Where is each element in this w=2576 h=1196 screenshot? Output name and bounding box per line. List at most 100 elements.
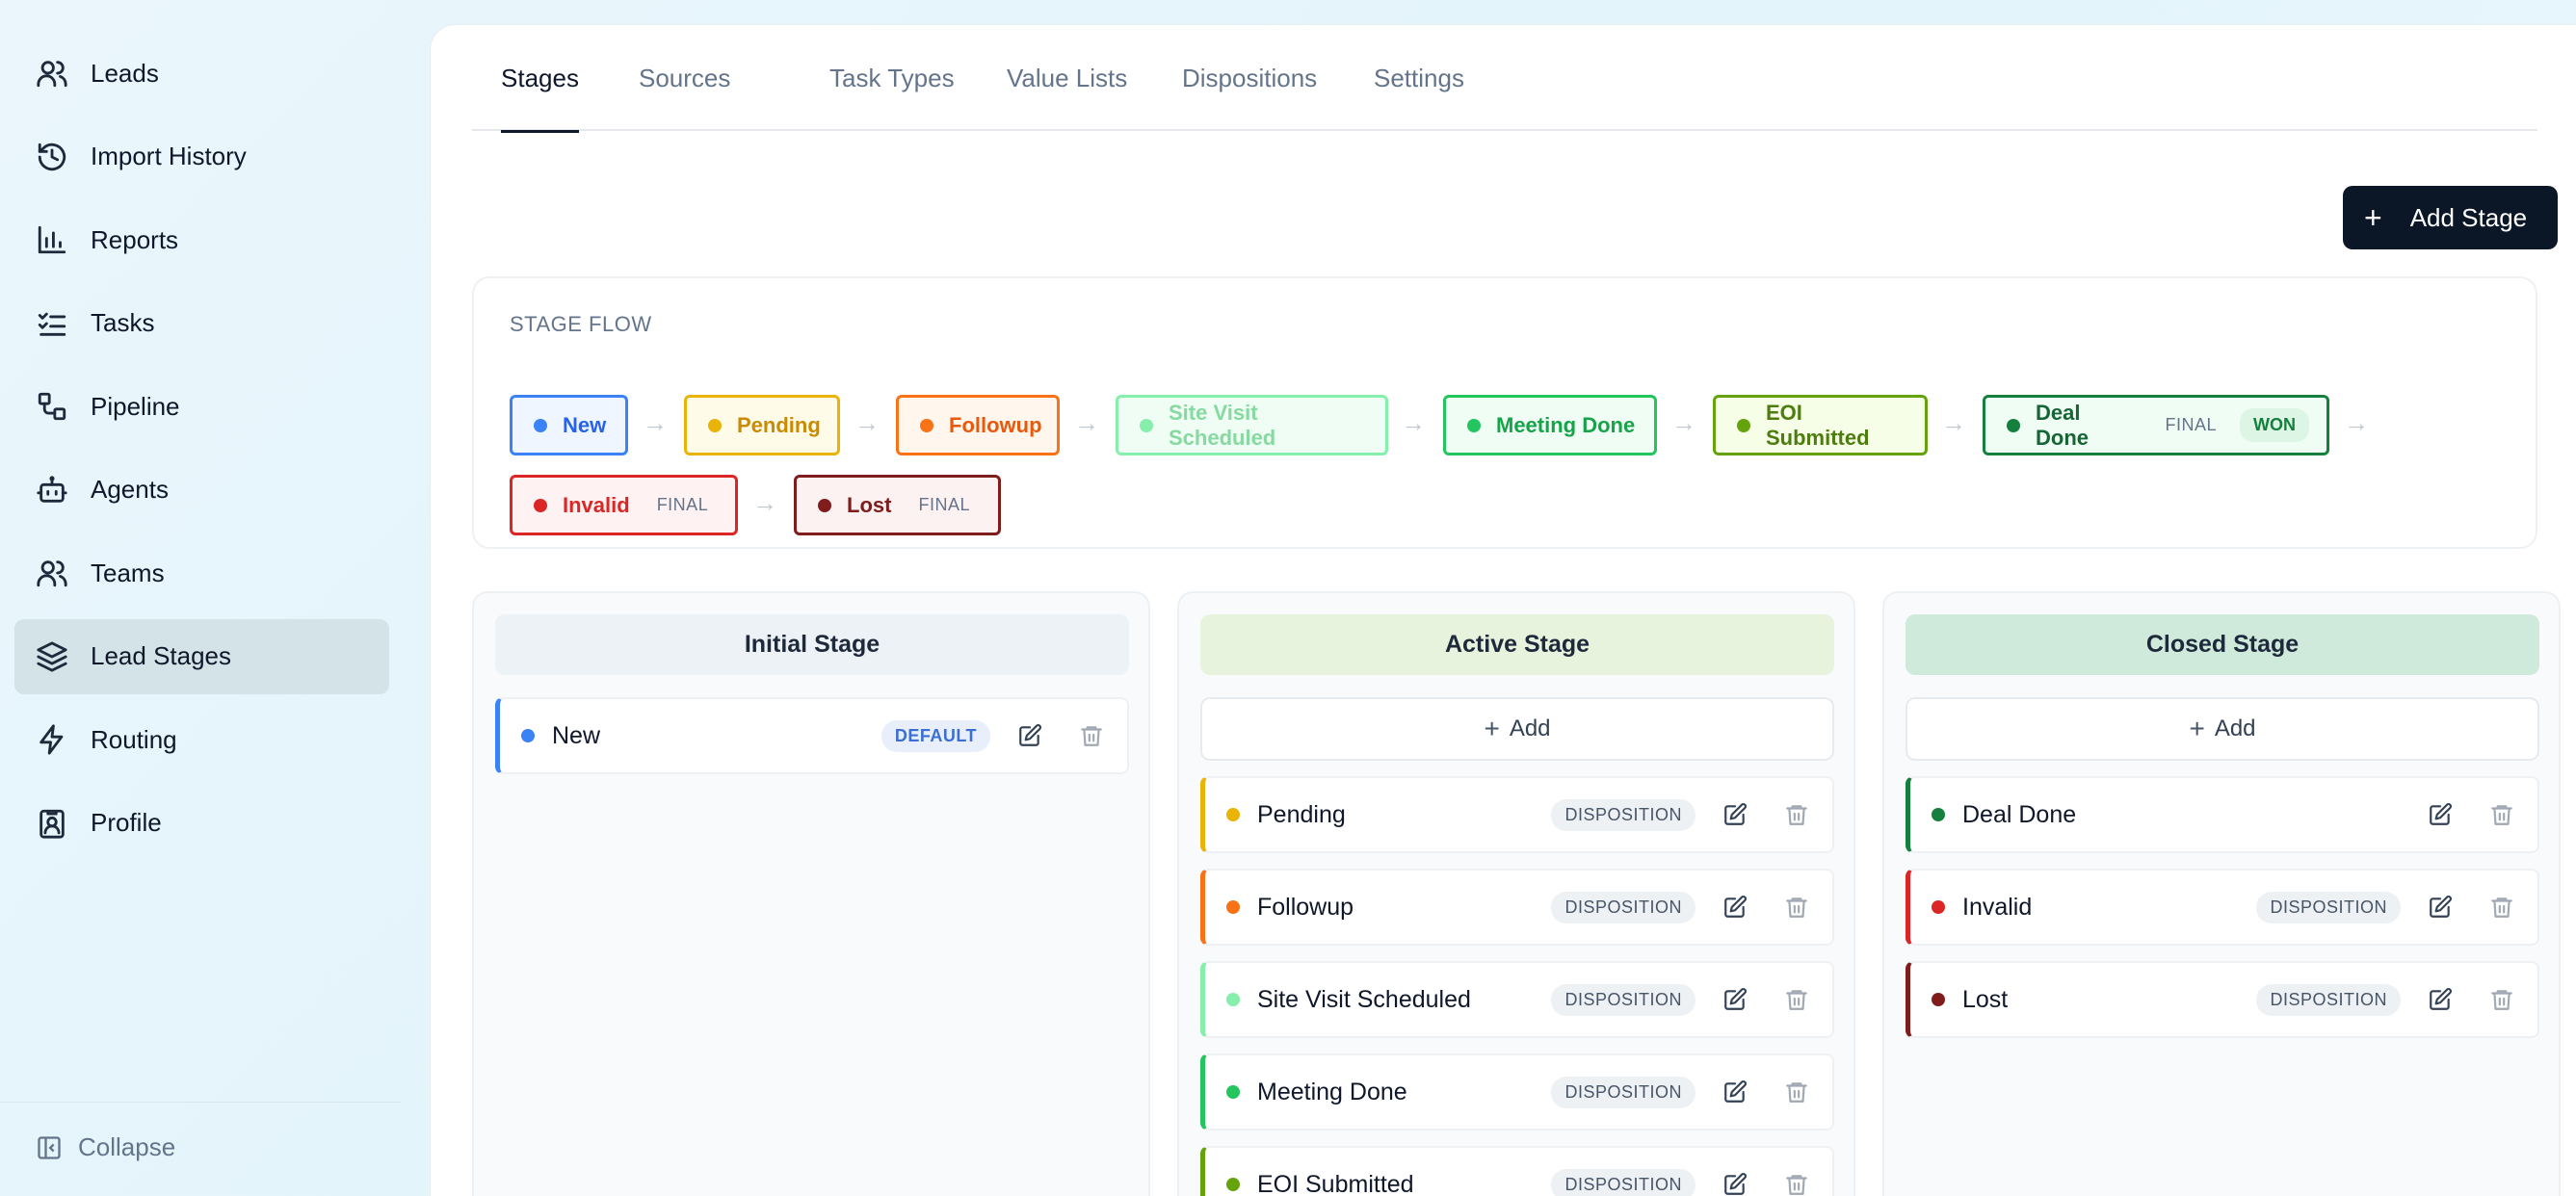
stage-name: Invalid — [1962, 893, 2033, 921]
add-closed-stage-button[interactable]: + Add — [1906, 697, 2539, 761]
sidebar-item-routing[interactable]: Routing — [14, 702, 389, 777]
flow-stage-lost[interactable]: Lost FINAL — [794, 475, 1001, 535]
stage-card-new[interactable]: New DEFAULT — [495, 697, 1129, 774]
zap-icon — [36, 723, 68, 756]
edit-icon[interactable] — [1721, 1078, 1749, 1106]
sidebar-item-profile[interactable]: Profile — [14, 786, 389, 861]
won-tag: WON — [2240, 408, 2309, 442]
tab-settings[interactable]: Settings — [1374, 25, 1464, 131]
stage-card-followup[interactable]: Followup DISPOSITION — [1200, 869, 1834, 946]
final-tag: FINAL — [656, 495, 709, 514]
add-stage-label: Add Stage — [2409, 202, 2528, 232]
add-label: Add — [1509, 715, 1551, 741]
sidebar-item-leads[interactable]: Leads — [14, 36, 389, 111]
stage-card-site-visit-scheduled[interactable]: Site Visit Scheduled DISPOSITION — [1200, 961, 1834, 1038]
edit-icon[interactable] — [1015, 721, 1044, 750]
stage-card-invalid[interactable]: Invalid DISPOSITION — [1906, 869, 2539, 946]
flow-stage-eoi-submitted[interactable]: EOI Submitted — [1713, 395, 1928, 455]
flow-stage-followup[interactable]: Followup — [896, 395, 1060, 455]
arrow-right-icon: → — [643, 408, 668, 437]
sidebar-item-label: Tasks — [91, 308, 155, 337]
add-stage-button[interactable]: + Add Stage — [2343, 186, 2558, 249]
stage-color-dot — [1226, 1085, 1240, 1099]
sidebar-item-tasks[interactable]: Tasks — [14, 286, 389, 361]
sidebar-item-agents[interactable]: Agents — [14, 453, 389, 528]
sidebar-item-lead-stages[interactable]: Lead Stages — [14, 618, 389, 694]
flow-stage-label: Meeting Done — [1496, 412, 1636, 437]
tab-dispositions[interactable]: Dispositions — [1182, 25, 1317, 131]
sidebar-item-pipeline[interactable]: Pipeline — [14, 369, 389, 444]
stage-card-pending[interactable]: Pending DISPOSITION — [1200, 776, 1834, 853]
sidebar-item-import-history[interactable]: Import History — [14, 119, 389, 195]
collapse-button[interactable]: Collapse — [36, 1132, 175, 1162]
trash-icon[interactable] — [1077, 721, 1106, 750]
stage-color-dot — [1932, 900, 1945, 914]
flow-stage-label: Followup — [949, 412, 1042, 437]
stage-color-dot — [1226, 900, 1240, 914]
trash-icon[interactable] — [1782, 893, 1811, 922]
sidebar-item-reports[interactable]: Reports — [14, 202, 389, 277]
disposition-badge: DISPOSITION — [1551, 983, 1695, 1016]
sidebar-item-label: Reports — [91, 224, 179, 254]
edit-icon[interactable] — [1721, 800, 1749, 829]
flow-stage-meeting-done[interactable]: Meeting Done — [1443, 395, 1657, 455]
stage-card-eoi-submitted[interactable]: EOI Submitted DISPOSITION — [1200, 1146, 1834, 1196]
tab-value-lists[interactable]: Value Lists — [1007, 25, 1127, 131]
sidebar-item-label: Teams — [91, 558, 165, 587]
disposition-badge: DISPOSITION — [1551, 1168, 1695, 1196]
stage-color-dot — [534, 498, 547, 512]
tab-sources[interactable]: Sources — [639, 25, 730, 131]
stage-color-dot — [1226, 1178, 1240, 1191]
tab-stages[interactable]: Stages — [501, 25, 579, 133]
arrow-right-icon: → — [752, 488, 777, 517]
sidebar-item-teams[interactable]: Teams — [14, 535, 389, 611]
stage-flow-panel: STAGE FLOW New → Pending → Followup → Si… — [472, 276, 2537, 549]
edit-icon[interactable] — [2426, 800, 2455, 829]
arrow-right-icon: → — [2344, 408, 2369, 437]
stage-card-deal-done[interactable]: Deal Done — [1906, 776, 2539, 853]
sidebar-item-label: Agents — [91, 475, 169, 504]
edit-icon[interactable] — [1721, 985, 1749, 1014]
add-label: Add — [2214, 715, 2256, 741]
edit-icon[interactable] — [1721, 893, 1749, 922]
trash-icon[interactable] — [2487, 800, 2516, 829]
stage-name: New — [552, 721, 601, 749]
stage-card-meeting-done[interactable]: Meeting Done DISPOSITION — [1200, 1053, 1834, 1131]
sidebar-item-label: Pipeline — [91, 391, 180, 421]
flow-stage-new[interactable]: New — [510, 395, 628, 455]
add-active-stage-button[interactable]: + Add — [1200, 697, 1834, 761]
sidebar-item-label: Leads — [91, 58, 159, 88]
stage-color-dot — [708, 418, 722, 432]
edit-icon[interactable] — [2426, 985, 2455, 1014]
flow-stage-site-visit-scheduled[interactable]: Site Visit Scheduled — [1116, 395, 1388, 455]
active-stage-column: Active Stage + Add Pending DISPOSITION F… — [1177, 591, 1855, 1196]
flow-stage-deal-done[interactable]: Deal Done FINAL WON — [1983, 395, 2329, 455]
plus-icon: + — [2364, 199, 2382, 235]
edit-icon[interactable] — [2426, 893, 2455, 922]
trash-icon[interactable] — [2487, 893, 2516, 922]
stage-card-lost[interactable]: Lost DISPOSITION — [1906, 961, 2539, 1038]
edit-icon[interactable] — [1721, 1170, 1749, 1196]
trash-icon[interactable] — [1782, 1170, 1811, 1196]
stage-name: Site Visit Scheduled — [1257, 985, 1471, 1013]
flow-stage-pending[interactable]: Pending — [684, 395, 840, 455]
flow-stage-invalid[interactable]: Invalid FINAL — [510, 475, 738, 535]
bar-chart-icon — [36, 223, 68, 256]
trash-icon[interactable] — [1782, 985, 1811, 1014]
flow-stage-label: New — [563, 412, 607, 437]
default-badge: DEFAULT — [881, 719, 990, 752]
trash-icon[interactable] — [1782, 800, 1811, 829]
tab-task-types[interactable]: Task Types — [829, 25, 955, 131]
disposition-badge: DISPOSITION — [2256, 891, 2401, 923]
arrow-right-icon: → — [1941, 408, 1966, 437]
stage-name: Deal Done — [1962, 800, 2077, 828]
final-tag: FINAL — [2165, 415, 2217, 434]
flow-stage-label: Lost — [847, 492, 892, 517]
trash-icon[interactable] — [1782, 1078, 1811, 1106]
stage-color-dot — [2007, 418, 2020, 432]
sidebar-item-label: Import History — [91, 142, 247, 170]
trash-icon[interactable] — [2487, 985, 2516, 1014]
stage-name: EOI Submitted — [1257, 1170, 1414, 1196]
disposition-badge: DISPOSITION — [1551, 1076, 1695, 1108]
id-badge-icon — [36, 807, 68, 840]
